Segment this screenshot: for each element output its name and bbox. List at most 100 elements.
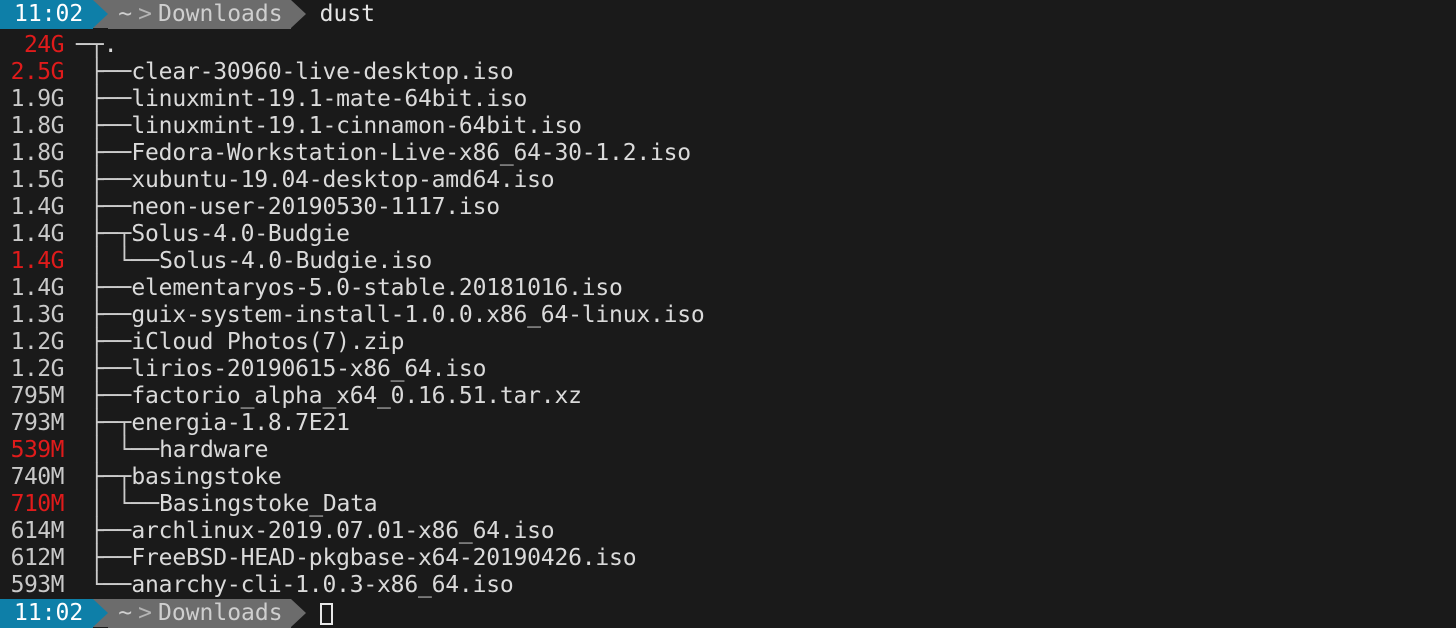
tree-branch-glyph: ├──	[76, 302, 132, 328]
row-name: xubuntu-19.04-desktop-amd64.iso	[131, 167, 555, 193]
row-name: Solus-4.0-Budgie	[131, 221, 350, 247]
tree-branch-glyph: ├──	[76, 167, 132, 193]
row-size: 593M	[10, 572, 65, 598]
tree-row: 793M ├─┬ energia-1.8.7E21	[0, 410, 1456, 437]
tree-row: 1.9G ├── linuxmint-19.1-mate-64bit.iso	[0, 86, 1456, 113]
tree-row: 2.5G ├── clear-30960-live-desktop.iso	[0, 59, 1456, 86]
row-size: 795M	[10, 383, 65, 409]
text-cursor[interactable]	[319, 602, 333, 625]
breadcrumb-separator-icon: >	[138, 1, 152, 27]
row-name: neon-user-20190530-1117.iso	[131, 194, 500, 220]
tree-row: 1.8G ├── linuxmint-19.1-cinnamon-64bit.i…	[0, 113, 1456, 140]
tree-branch-glyph: ├──	[76, 356, 132, 382]
tree-row: 740M ├─┬ basingstoke	[0, 464, 1456, 491]
row-name: Solus-4.0-Budgie.iso	[159, 248, 433, 274]
row-name: hardware	[159, 437, 269, 463]
row-size: 1.4G	[10, 275, 65, 301]
tree-row: 1.8G ├── Fedora-Workstation-Live-x86_64-…	[0, 140, 1456, 167]
prompt-time-segment: 11:02	[0, 599, 94, 628]
row-size: 740M	[10, 464, 65, 490]
tree-row: 1.4G ├─┬ Solus-4.0-Budgie	[0, 221, 1456, 248]
row-name: lirios-20190615-x86_64.iso	[131, 356, 487, 382]
prompt-time-segment: 11:02	[0, 0, 94, 29]
tree-branch-glyph: ├──	[76, 140, 132, 166]
row-size: 1.3G	[10, 302, 65, 328]
row-size: 1.4G	[10, 248, 65, 274]
prompt-path-arrow-icon	[290, 599, 306, 627]
row-size: 1.9G	[10, 86, 65, 112]
row-name: linuxmint-19.1-mate-64bit.iso	[131, 86, 528, 112]
bottom-prompt-bar[interactable]: 11:02 ~ > Downloads	[0, 599, 1456, 628]
breadcrumb-home: ~	[118, 600, 133, 626]
tree-row: 614M ├── archlinux-2019.07.01-x86_64.iso	[0, 518, 1456, 545]
tree-row: 1.2G ├── iCloud Photos(7).zip	[0, 329, 1456, 356]
tree-branch-glyph: ├──	[76, 59, 132, 85]
tree-row: 1.3G ├── guix-system-install-1.0.0.x86_6…	[0, 302, 1456, 329]
prompt-time-label: 11:02	[14, 600, 84, 626]
breadcrumb-separator-icon: >	[138, 600, 152, 626]
tree-row: 1.4G ├── elementaryos-5.0-stable.2018101…	[0, 275, 1456, 302]
row-size: 612M	[10, 545, 65, 571]
tree-branch-glyph: ├─┬	[76, 221, 132, 247]
tree-row: 710M │ └── Basingstoke_Data	[0, 491, 1456, 518]
row-size: 1.2G	[10, 329, 65, 355]
row-size: 710M	[10, 491, 65, 517]
row-size: 1.5G	[10, 167, 65, 193]
prompt-path-arrow-icon	[290, 0, 306, 28]
row-size: 1.2G	[10, 356, 65, 382]
row-name: energia-1.8.7E21	[131, 410, 350, 436]
tree-branch-glyph: ├──	[76, 518, 132, 544]
tree-branch-glyph: │ └──	[76, 248, 160, 274]
row-size: 24G	[23, 32, 65, 58]
row-size: 1.4G	[10, 221, 65, 247]
row-name: iCloud Photos(7).zip	[131, 329, 405, 355]
tree-branch-glyph: ├──	[76, 383, 132, 409]
prompt-time-arrow-icon	[93, 0, 109, 28]
row-name: FreeBSD-HEAD-pkgbase-x64-20190426.iso	[131, 545, 637, 571]
row-name: anarchy-cli-1.0.3-x86_64.iso	[131, 572, 514, 598]
row-size: 614M	[10, 518, 65, 544]
tree-row: 24G ─┬ .	[0, 32, 1456, 59]
row-size: 1.8G	[10, 140, 65, 166]
row-size: 793M	[10, 410, 65, 436]
terminal-window: 11:02 ~ > Downloads dust 24G ─┬ . 2.5G ├…	[0, 0, 1456, 628]
tree-row: 1.5G ├── xubuntu-19.04-desktop-amd64.iso	[0, 167, 1456, 194]
tree-row: 593M └── anarchy-cli-1.0.3-x86_64.iso	[0, 572, 1456, 599]
tree-branch-glyph: ├─┬	[76, 464, 132, 490]
breadcrumb-home: ~	[118, 1, 133, 27]
prompt-path-segment: ~ > Downloads	[108, 0, 291, 29]
tree-branch-glyph: ├──	[76, 329, 132, 355]
row-name: guix-system-install-1.0.0.x86_64-linux.i…	[131, 302, 705, 328]
tree-branch-glyph: ├──	[76, 275, 132, 301]
tree-branch-glyph: └──	[76, 572, 132, 598]
tree-branch-glyph: ├──	[76, 545, 132, 571]
row-name: Fedora-Workstation-Live-x86_64-30-1.2.is…	[131, 140, 691, 166]
row-size: 2.5G	[10, 59, 65, 85]
tree-branch-glyph: ├─┬	[76, 410, 132, 436]
breadcrumb-directory: Downloads	[157, 600, 283, 626]
row-size: 539M	[10, 437, 65, 463]
tree-branch-glyph: │ └──	[76, 437, 160, 463]
prompt-command-text: dust	[319, 1, 375, 27]
tree-branch-glyph: ├──	[76, 86, 132, 112]
row-size: 1.4G	[10, 194, 65, 220]
prompt-path-segment: ~ > Downloads	[108, 599, 291, 628]
row-name: elementaryos-5.0-stable.20181016.iso	[131, 275, 623, 301]
row-name: linuxmint-19.1-cinnamon-64bit.iso	[131, 113, 582, 139]
row-name: Basingstoke_Data	[159, 491, 378, 517]
dust-tree-output: 24G ─┬ . 2.5G ├── clear-30960-live-deskt…	[0, 29, 1456, 599]
row-name: basingstoke	[131, 464, 282, 490]
tree-branch-glyph: ├──	[76, 194, 132, 220]
tree-row: 795M ├── factorio_alpha_x64_0.16.51.tar.…	[0, 383, 1456, 410]
row-name: clear-30960-live-desktop.iso	[131, 59, 514, 85]
prompt-time-label: 11:02	[14, 1, 84, 27]
tree-row: 1.2G ├── lirios-20190615-x86_64.iso	[0, 356, 1456, 383]
row-name: factorio_alpha_x64_0.16.51.tar.xz	[131, 383, 582, 409]
row-size: 1.8G	[10, 113, 65, 139]
tree-row: 1.4G │ └── Solus-4.0-Budgie.iso	[0, 248, 1456, 275]
breadcrumb-directory: Downloads	[157, 1, 283, 27]
tree-row: 612M ├── FreeBSD-HEAD-pkgbase-x64-201904…	[0, 545, 1456, 572]
tree-row: 539M │ └── hardware	[0, 437, 1456, 464]
row-name: archlinux-2019.07.01-x86_64.iso	[131, 518, 555, 544]
tree-branch-glyph: ─┬	[76, 32, 104, 58]
